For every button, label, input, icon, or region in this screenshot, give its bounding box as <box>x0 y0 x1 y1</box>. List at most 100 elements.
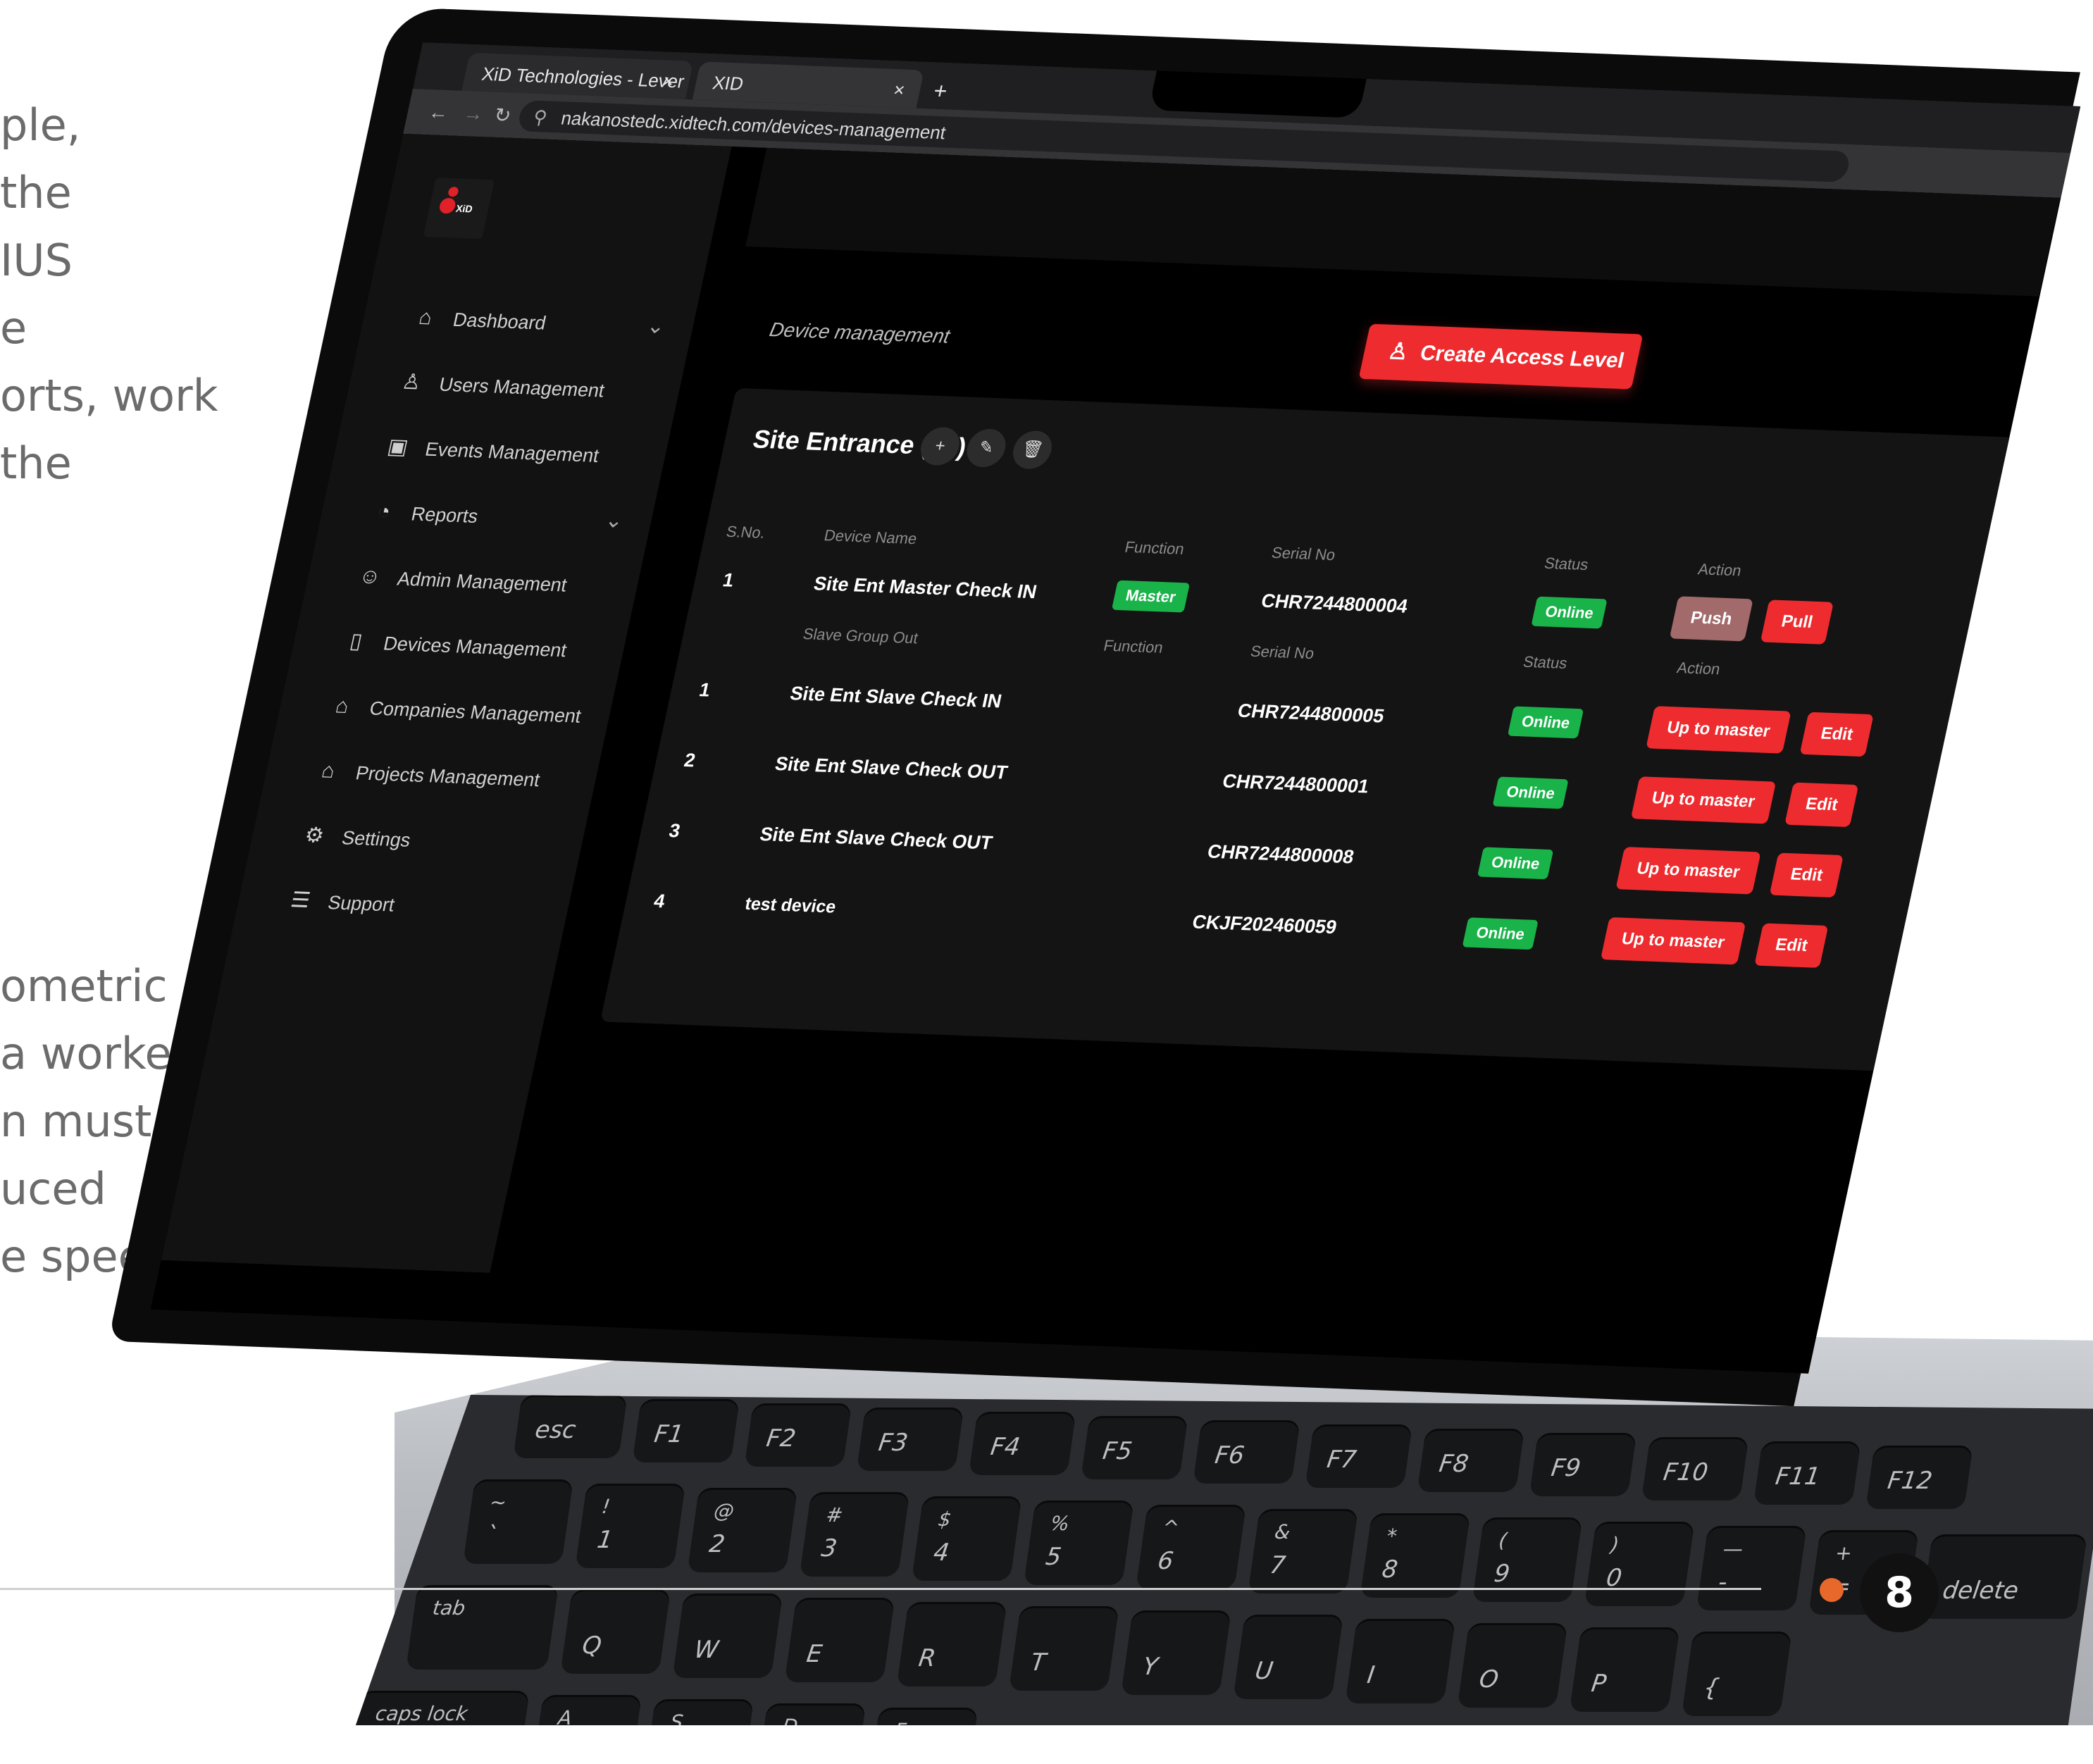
key-f6: F6 <box>1193 1420 1300 1484</box>
key-f10: F10 <box>1641 1437 1749 1501</box>
sidebar-item-settings[interactable]: ⚙ Settings <box>297 816 557 868</box>
delete-icon[interactable]: 🗑 <box>1009 430 1056 470</box>
access-level-panel: Site Entrance ( 1 ) + ✎ 🗑 S.No. Device N… <box>600 387 2016 1072</box>
key-d: D <box>759 1703 866 1760</box>
cell-sno: 1 <box>721 569 736 591</box>
key-tilde: ~ ` <box>463 1479 573 1564</box>
sidebar-item-label: Settings <box>340 827 413 851</box>
header-action: Action <box>1675 659 1722 678</box>
create-access-level-button[interactable]: ♙ Create Access Level <box>1358 323 1644 390</box>
sidebar-item-label: Devices Management <box>381 633 569 662</box>
up-to-master-button[interactable]: Up to master <box>1600 917 1746 965</box>
key-f3: F3 <box>857 1408 964 1471</box>
function-badge: Master <box>1111 580 1191 613</box>
push-button[interactable]: Push <box>1669 596 1753 642</box>
slide-line: orts, work <box>0 370 218 421</box>
key-8: * 8 <box>1360 1513 1470 1598</box>
chevron-down-icon[interactable]: ⌄ <box>603 508 626 533</box>
header-status: Status <box>1542 554 1591 574</box>
key-f: F <box>871 1708 978 1764</box>
chevron-down-icon[interactable]: ⌄ <box>645 313 667 339</box>
key-f7: F7 <box>1305 1424 1412 1488</box>
tab-title: XID <box>710 72 746 94</box>
key-f12: F12 <box>1865 1446 1973 1509</box>
edit-button[interactable]: Edit <box>1784 782 1859 828</box>
header-slave-group: Slave Group Out <box>801 625 920 647</box>
new-tab-button[interactable]: + <box>931 77 950 104</box>
status-badge: Online <box>1477 847 1554 880</box>
status-badge: Online <box>1531 596 1608 629</box>
page-number: 8 <box>1860 1553 1939 1632</box>
sidebar-item-admin-management[interactable]: ☺ Admin Management <box>352 557 613 609</box>
store-icon: ⌂ <box>319 759 337 783</box>
header-serial: Serial No <box>1269 543 1337 564</box>
key-e: E <box>785 1598 895 1682</box>
sidebar-item-reports[interactable]: ◔ Reports ⌄ <box>366 492 627 544</box>
cell-device-name: Site Ent Slave Check OUT <box>773 752 1010 783</box>
key-2: @2 <box>687 1488 797 1572</box>
header-function: Function <box>1102 636 1165 657</box>
user-icon: ♙ <box>1386 337 1412 365</box>
gear-icon: ⚙ <box>302 824 327 848</box>
header-action: Action <box>1696 560 1744 580</box>
sidebar-item-label: Users Management <box>437 373 607 402</box>
cell-device-name: Site Ent Master Check IN <box>812 573 1039 603</box>
up-to-master-button[interactable]: Up to master <box>1646 706 1791 754</box>
edit-icon[interactable]: ✎ <box>963 428 1010 468</box>
close-icon[interactable]: × <box>891 79 907 101</box>
sidebar-item-support[interactable]: ☰ Support <box>283 881 544 933</box>
tab-title: XiD Technologies - Lever <box>480 63 687 92</box>
sidebar-item-label: Events Management <box>423 438 602 466</box>
forward-icon[interactable]: → <box>461 102 485 125</box>
admin-icon: ☺ <box>356 564 383 589</box>
key-7: & 7 <box>1248 1509 1358 1594</box>
slide-line: the <box>0 167 72 218</box>
cell-serial: CHR7244800005 <box>1236 700 1386 727</box>
edit-button[interactable]: Edit <box>1799 712 1875 757</box>
sidebar-item-events-management[interactable]: ▣ Events Management <box>380 427 641 479</box>
url-text: nakanostedc.xidtech.com/devices-manageme… <box>559 107 948 144</box>
key-u: U <box>1233 1615 1343 1699</box>
key-p: P <box>1570 1627 1680 1712</box>
slide-line: e <box>0 302 27 354</box>
laptop-screen: XiD Technologies - Lever × XID × + ← → ↻… <box>150 42 2081 1374</box>
header-device-name: Device Name <box>822 526 919 548</box>
cell-serial: CHR7244800001 <box>1220 770 1372 797</box>
key-r: R <box>897 1602 1007 1687</box>
app: XiD ⌂ Dashboard ⌄ ♙ Users Management ▣ E… <box>150 133 2061 1374</box>
sidebar-item-projects-management[interactable]: ⌂ Projects Management <box>311 751 571 803</box>
key-tab: tab <box>406 1585 559 1670</box>
slide-text-top: ple, the IUS e orts, work the <box>0 92 218 497</box>
edit-button[interactable]: Edit <box>1769 852 1844 898</box>
key-f8: F8 <box>1417 1429 1524 1492</box>
sidebar-item-users-management[interactable]: ♙ Users Management <box>395 362 655 414</box>
key-i: I <box>1345 1619 1455 1703</box>
camera-notch <box>1148 70 1367 118</box>
site-settings-icon[interactable]: ⚲ <box>531 106 549 129</box>
up-to-master-button[interactable]: Up to master <box>1630 776 1776 824</box>
sidebar-item-label: Admin Management <box>395 568 569 596</box>
table-row: 2 Site Ent Slave Check OUT CHR7244800001… <box>682 388 2016 828</box>
sidebar-item-label: Dashboard <box>451 309 548 334</box>
up-to-master-button[interactable]: Up to master <box>1615 847 1761 895</box>
sidebar-item-devices-management[interactable]: ▯ Devices Management <box>339 621 600 673</box>
logo-text: XiD <box>454 202 474 215</box>
key-minus: — - <box>1696 1526 1807 1610</box>
sidebar-item-label: Companies Management <box>367 697 583 727</box>
key-esc: esc <box>513 1395 628 1458</box>
device-icon: ▯ <box>347 629 365 654</box>
reload-icon[interactable]: ↻ <box>492 104 514 128</box>
calendar-icon: ▣ <box>385 435 411 459</box>
sidebar-item-dashboard[interactable]: ⌂ Dashboard ⌄ <box>408 297 669 349</box>
key-o: O <box>1457 1623 1567 1708</box>
key-w: W <box>672 1594 783 1678</box>
slide-line: ometric <box>0 960 168 1012</box>
key-caps-lock: caps lock <box>353 1691 530 1747</box>
logo[interactable]: XiD <box>423 178 495 240</box>
pull-button[interactable]: Pull <box>1760 600 1834 645</box>
edit-button[interactable]: Edit <box>1754 923 1829 968</box>
back-icon[interactable]: ← <box>426 101 451 124</box>
sidebar-item-companies-management[interactable]: ⌂ Companies Management <box>325 686 585 738</box>
chat-icon: ☰ <box>288 888 313 912</box>
key-f4: F4 <box>969 1412 1076 1475</box>
